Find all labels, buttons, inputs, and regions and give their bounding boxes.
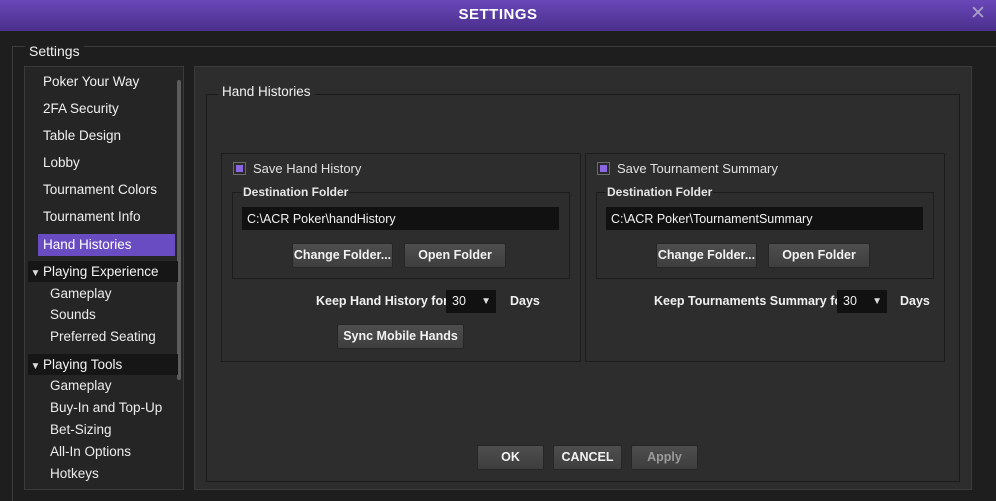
save-hand-history-checkbox[interactable]: Save Hand History — [233, 161, 383, 177]
tournament-summary-path-field[interactable]: C:\ACR Poker\TournamentSummary — [606, 207, 923, 230]
sidebar-scrollbar[interactable] — [177, 80, 181, 380]
sidebar-item-table-design[interactable]: Table Design — [43, 125, 121, 147]
hand-history-days-label: Days — [510, 294, 540, 308]
keep-hand-history-select[interactable]: 30 ▼ — [446, 290, 496, 313]
sync-mobile-hands-button[interactable]: Sync Mobile Hands — [337, 324, 464, 349]
sidebar-subitem-gameplay[interactable]: Gameplay — [50, 284, 112, 304]
tournament-summary-open-folder-button[interactable]: Open Folder — [768, 243, 870, 268]
cancel-button[interactable]: CANCEL — [553, 445, 622, 470]
chevron-down-icon: ▼ — [30, 268, 41, 279]
checkbox-icon — [597, 162, 610, 175]
sidebar-item-2fa-security[interactable]: 2FA Security — [43, 98, 119, 120]
window-title: SETTINGS — [458, 6, 538, 23]
keep-tournament-summary-label: Keep Tournaments Summary for : — [654, 294, 855, 308]
title-bar: SETTINGS ✕ — [0, 0, 996, 31]
sidebar-group-label: Playing Experience — [43, 264, 159, 279]
save-hand-history-label: Save Hand History — [253, 161, 362, 176]
apply-button[interactable]: Apply — [631, 445, 698, 470]
sidebar-item-poker-your-way[interactable]: Poker Your Way — [43, 71, 139, 93]
sidebar-subitem-all-in-options[interactable]: All-In Options — [50, 442, 131, 462]
sidebar-group-playing-tools[interactable]: ▼ Playing Tools — [28, 354, 178, 375]
chevron-down-icon: ▼ — [30, 361, 41, 372]
sidebar-subitem-preferred-seating[interactable]: Preferred Seating — [50, 327, 156, 347]
ok-button[interactable]: OK — [477, 445, 544, 470]
tournament-summary-change-folder-button[interactable]: Change Folder... — [656, 243, 757, 268]
sidebar-group-label: Playing Tools — [43, 357, 123, 372]
sidebar-item-tournament-info[interactable]: Tournament Info — [43, 206, 141, 228]
keep-hand-history-label: Keep Hand History for : — [316, 294, 456, 308]
sidebar-subitem-buy-in-top-up[interactable]: Buy-In and Top-Up — [50, 398, 162, 418]
hand-history-open-folder-button[interactable]: Open Folder — [404, 243, 506, 268]
save-tournament-summary-checkbox[interactable]: Save Tournament Summary — [597, 161, 778, 177]
close-icon[interactable]: ✕ — [970, 4, 986, 24]
tournament-summary-destination-box — [596, 192, 934, 279]
sidebar-group-playing-experience[interactable]: ▼ Playing Experience — [28, 261, 178, 282]
sidebar-item-lobby[interactable]: Lobby — [43, 152, 80, 174]
save-tournament-summary-label: Save Tournament Summary — [617, 161, 778, 176]
hand-history-change-folder-button[interactable]: Change Folder... — [292, 243, 393, 268]
keep-tournament-summary-select[interactable]: 30 ▼ — [837, 290, 887, 313]
hand-histories-heading: Hand Histories — [218, 84, 315, 99]
tournament-summary-days-label: Days — [900, 294, 930, 308]
sidebar-subitem-sounds[interactable]: Sounds — [50, 305, 96, 325]
sidebar-item-hand-histories[interactable]: Hand Histories — [38, 234, 175, 256]
keep-tournament-summary-value: 30 — [843, 294, 857, 308]
sidebar-subitem-gameplay-tools[interactable]: Gameplay — [50, 376, 112, 396]
chevron-down-icon: ▼ — [481, 296, 491, 307]
hand-history-path-field[interactable]: C:\ACR Poker\handHistory — [242, 207, 559, 230]
hand-history-destination-box — [232, 192, 570, 279]
checkbox-icon — [233, 162, 246, 175]
keep-hand-history-value: 30 — [452, 294, 466, 308]
settings-frame-label: Settings — [25, 43, 84, 59]
tournament-summary-destination-label: Destination Folder — [606, 185, 714, 199]
sidebar-subitem-hotkeys[interactable]: Hotkeys — [50, 464, 99, 484]
sidebar-item-tournament-colors[interactable]: Tournament Colors — [43, 179, 157, 201]
chevron-down-icon: ▼ — [872, 296, 882, 307]
sidebar-subitem-bet-sizing[interactable]: Bet-Sizing — [50, 420, 112, 440]
hand-history-destination-label: Destination Folder — [242, 185, 350, 199]
